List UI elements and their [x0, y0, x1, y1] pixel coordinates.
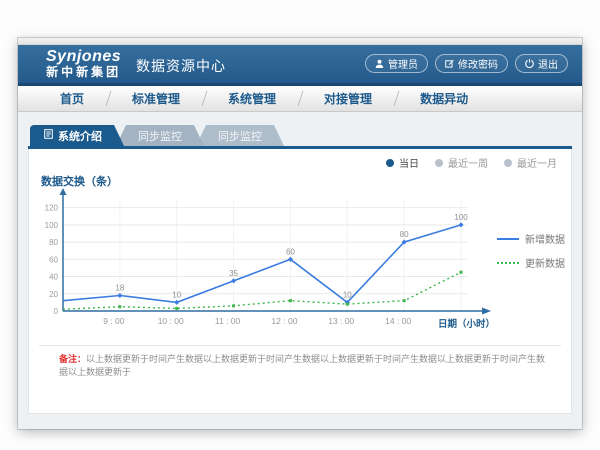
time-range-filter: 当日 最近一周 最近一月 — [386, 155, 557, 170]
legend-item-updated-data: 更新数据 — [497, 255, 565, 270]
svg-text:20: 20 — [49, 290, 58, 299]
svg-text:40: 40 — [49, 273, 58, 282]
nav-item-integration-mgmt[interactable]: 对接管理 — [300, 86, 396, 111]
radio-dot — [435, 159, 443, 167]
nav-item-system-mgmt[interactable]: 系统管理 — [204, 86, 300, 111]
user-area: 管理员 修改密码 退出 — [365, 54, 568, 73]
chart-legend: 新增数据 更新数据 — [497, 231, 565, 270]
tab-sync-monitor-2[interactable]: 同步监控 — [196, 125, 284, 146]
radio-dot — [504, 159, 512, 167]
svg-text:100: 100 — [45, 221, 59, 230]
radio-last-month[interactable]: 最近一月 — [504, 155, 557, 170]
svg-text:日期（小时）: 日期（小时） — [438, 318, 495, 330]
legend-item-new-data: 新增数据 — [497, 231, 565, 246]
tab-system-intro-label: 系统介绍 — [58, 128, 102, 144]
app-window: Synjones 新中新集团 数据资源中心 管理员 修改密码 — [18, 38, 582, 429]
svg-text:120: 120 — [45, 204, 59, 213]
user-icon — [375, 59, 384, 68]
main-nav: 首页 标准管理 系统管理 对接管理 数据异动 — [18, 86, 582, 112]
svg-text:100: 100 — [454, 213, 468, 222]
radio-dot-selected — [386, 159, 394, 167]
logout-label: 退出 — [538, 56, 558, 71]
svg-text:35: 35 — [229, 269, 238, 278]
chart-area: 0 20 40 60 80 100 120 9 : 00 10 : 00 11 : 00 12 : … — [35, 187, 505, 339]
content-area: 系统介绍 同步监控 同步监控 当日 最 — [18, 112, 582, 428]
svg-text:60: 60 — [49, 255, 58, 264]
logout-button[interactable]: 退出 — [515, 54, 568, 73]
tab-sync-monitor-1[interactable]: 同步监控 — [116, 125, 204, 146]
change-password-label: 修改密码 — [458, 56, 498, 71]
power-icon — [525, 59, 534, 68]
window-top-strip — [18, 38, 582, 45]
nav-item-standard-mgmt[interactable]: 标准管理 — [108, 86, 204, 111]
radio-last-week-label: 最近一周 — [448, 155, 488, 170]
app-header: Synjones 新中新集团 数据资源中心 管理员 修改密码 — [18, 45, 582, 83]
radio-today[interactable]: 当日 — [386, 155, 419, 170]
svg-text:13 : 00: 13 : 00 — [328, 316, 354, 326]
svg-text:80: 80 — [49, 238, 58, 247]
radio-today-label: 当日 — [399, 155, 419, 170]
chart-panel: 当日 最近一周 最近一月 数据交换（条） 0204060801001209 : … — [28, 149, 572, 414]
radio-last-week[interactable]: 最近一周 — [435, 155, 488, 170]
panel-divider — [39, 345, 561, 346]
line-chart: 0 20 40 60 80 100 120 9 : 00 10 : 00 11 : 00 12 : … — [35, 187, 505, 339]
nav-item-home[interactable]: 首页 — [36, 86, 108, 111]
svg-text:18: 18 — [115, 283, 124, 292]
legend-new-data-label: 新增数据 — [525, 231, 565, 246]
svg-text:10 : 00: 10 : 00 — [158, 316, 184, 326]
brand-logo: Synjones 新中新集团 — [46, 48, 121, 79]
admin-user-label: 管理员 — [388, 56, 418, 71]
edit-icon — [445, 59, 454, 68]
radio-last-month-label: 最近一月 — [517, 155, 557, 170]
logo-text-cn: 新中新集团 — [46, 65, 121, 79]
note-text: 以上数据更新于时间产生数据以上数据更新于时间产生数据以上数据更新于时间产生数据以… — [59, 354, 545, 377]
tab-system-intro[interactable]: 系统介绍 — [30, 125, 124, 146]
svg-text:0: 0 — [54, 307, 59, 316]
svg-text:11 : 00: 11 : 00 — [215, 316, 241, 326]
tab-bar: 系统介绍 同步监控 同步监控 — [30, 125, 284, 146]
note-label: 备注： — [59, 354, 86, 364]
svg-text:10: 10 — [172, 290, 181, 299]
admin-user-button[interactable]: 管理员 — [365, 54, 428, 73]
footer-note: 备注：以上数据更新于时间产生数据以上数据更新于时间产生数据以上数据更新于时间产生… — [59, 353, 551, 379]
legend-line-dotted — [497, 262, 519, 264]
tab-sync-monitor-2-label: 同步监控 — [218, 128, 262, 144]
logo-text-en: Synjones — [46, 48, 121, 65]
legend-line-solid — [497, 238, 519, 240]
screenshot-canvas: Synjones 新中新集团 数据资源中心 管理员 修改密码 — [0, 0, 600, 450]
page-title: 数据资源中心 — [136, 56, 226, 76]
change-password-button[interactable]: 修改密码 — [435, 54, 508, 73]
svg-text:9 : 00: 9 : 00 — [103, 316, 125, 326]
nav-item-data-change[interactable]: 数据异动 — [396, 86, 492, 111]
svg-text:10: 10 — [343, 290, 352, 299]
svg-text:80: 80 — [400, 230, 409, 239]
svg-text:60: 60 — [286, 247, 295, 256]
svg-text:12 : 00: 12 : 00 — [271, 316, 297, 326]
legend-updated-data-label: 更新数据 — [525, 255, 565, 270]
document-icon — [44, 129, 53, 142]
tab-sync-monitor-1-label: 同步监控 — [138, 128, 182, 144]
svg-text:14 : 00: 14 : 00 — [385, 316, 411, 326]
